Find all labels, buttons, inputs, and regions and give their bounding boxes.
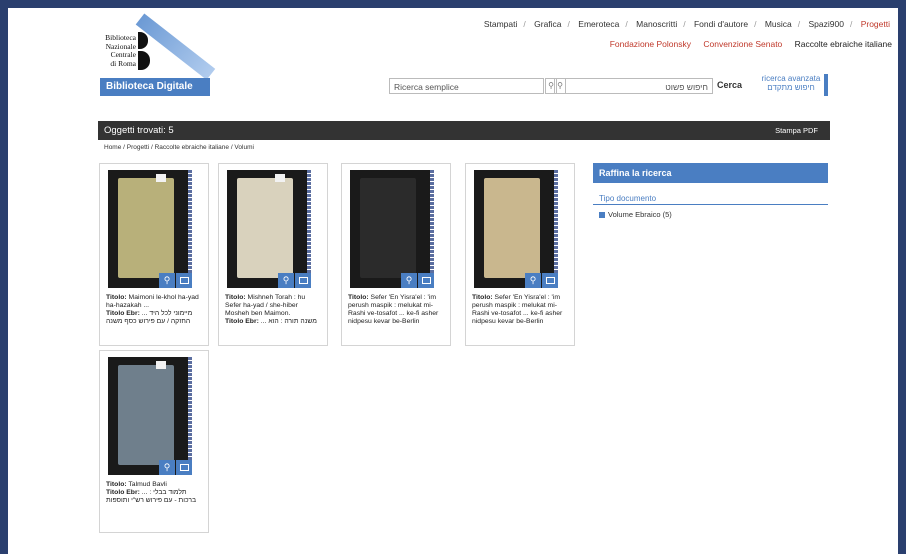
breadcrumb[interactable]: Home / Progetti / Raccolte ebraiche ital… [104,144,254,151]
card-caption: Titolo: Sefer 'En Yisra'el : 'im perush … [348,294,446,344]
book-cover [118,365,174,465]
card-actions: ⚲ [400,270,434,288]
card-actions: ⚲ [524,270,558,288]
book-cover [360,178,416,278]
page: Biblioteca Nazionale Centrale di Roma Bi… [8,8,898,554]
hebrew-title-label: Titolo Ebr: [106,310,140,317]
nav-stampati[interactable]: Stampati [484,19,518,29]
print-pdf-link[interactable]: Stampa PDF [775,121,818,140]
result-card[interactable]: ⚲ Titolo: Maimoni le-khol ha-yad ha-haza… [99,163,209,346]
nav-musica[interactable]: Musica [765,19,792,29]
advanced-search-label: ricerca avanzata [761,74,821,83]
title-label: Titolo: [348,294,369,301]
refine-search-header: Raffina la ricerca [593,163,828,183]
advanced-search-accent [824,74,828,96]
card-caption: Titolo: Mishneh Torah : hu Sefer ha-yad … [225,294,323,344]
title-label: Titolo: [472,294,493,301]
nav-grafica[interactable]: Grafica [534,19,561,29]
image-icon[interactable] [418,273,434,288]
advanced-search-hebrew-label: חיפוש מתקדם [767,83,815,92]
zoom-icon[interactable]: ⚲ [159,460,175,475]
image-icon[interactable] [176,460,192,475]
nav-progetti[interactable]: Progetti [861,19,890,29]
card-caption: Titolo: Talmud Bavli Titolo Ebr: ... תלמ… [106,481,204,531]
facet-volume-ebraico[interactable]: Volume Ebraico (5) [599,210,672,219]
top-nav: Stampati / Grafica / Emeroteca / Manoscritt… [483,19,890,29]
sub-nav: Fondazione Polonsky Convenzione Senato R… [600,39,892,49]
facet-section-title[interactable]: Tipo documento [599,194,656,203]
card-title[interactable]: Talmud Bavli [128,481,167,488]
zoom-icon[interactable]: ⚲ [525,273,541,288]
result-card[interactable]: ⚲ Titolo: Sefer 'En Yisra'el : 'im perus… [341,163,451,346]
results-bar: Oggetti trovati: 5 Stampa PDF [98,121,830,140]
image-icon[interactable] [295,273,311,288]
nav-fondi-autore[interactable]: Fondi d'autore [694,19,748,29]
subnav-raccolte-ebraiche[interactable]: Raccolte ebraiche italiane [795,39,892,49]
result-card[interactable]: ⚲ Titolo: Mishneh Torah : hu Sefer ha-ya… [218,163,328,346]
book-cover [237,178,293,278]
hebrew-title-label: Titolo Ebr: [225,318,259,325]
facet-divider [593,204,828,205]
image-icon[interactable] [542,273,558,288]
card-actions: ⚲ [277,270,311,288]
simple-search-input[interactable]: Ricerca semplice [389,78,544,94]
book-cover [484,178,540,278]
title-label: Titolo: [106,294,127,301]
result-card[interactable]: ⚲ Titolo: Sefer 'En Yisra'el : 'im perus… [465,163,575,346]
card-caption: Titolo: Maimoni le-khol ha-yad ha-hazaka… [106,294,204,344]
image-icon[interactable] [176,273,192,288]
book-cover [118,178,174,278]
hebrew-search-input[interactable]: חיפוש פשוט [565,78,713,94]
logo-line: di Roma [110,58,136,68]
subnav-senato[interactable]: Convenzione Senato [703,39,782,49]
advanced-search-link[interactable]: ricerca avanzata חיפוש מתקדם [760,74,822,92]
zoom-icon[interactable]: ⚲ [401,273,417,288]
card-hebrew-title: ... משנה תורה : הוא [260,318,317,325]
card-caption: Titolo: Sefer 'En Yisra'el : 'im perush … [472,294,570,344]
biblioteca-digitale-banner[interactable]: Biblioteca Digitale [100,78,210,96]
zoom-icon[interactable]: ⚲ [159,273,175,288]
hebrew-title-label: Titolo Ebr: [106,489,140,496]
facet-label: Volume Ebraico (5) [608,210,672,219]
card-actions: ⚲ [158,457,192,475]
nav-spazi900[interactable]: Spazi900 [809,19,844,29]
logo-b-mark [138,32,154,70]
checkbox-icon[interactable] [599,212,605,219]
subnav-polonsky[interactable]: Fondazione Polonsky [610,39,691,49]
title-label: Titolo: [106,481,127,488]
search-button[interactable]: Cerca [717,80,742,90]
card-actions: ⚲ [158,270,192,288]
result-card[interactable]: ⚲ Titolo: Talmud Bavli Titolo Ebr: ... ת… [99,350,209,533]
zoom-icon[interactable]: ⚲ [278,273,294,288]
nav-emeroteca[interactable]: Emeroteca [578,19,619,29]
logo-text: Biblioteca Nazionale Centrale di Roma [100,33,136,68]
title-label: Titolo: [225,294,246,301]
nav-manoscritti[interactable]: Manoscritti [636,19,677,29]
results-count: Oggetti trovati: 5 [104,125,174,136]
